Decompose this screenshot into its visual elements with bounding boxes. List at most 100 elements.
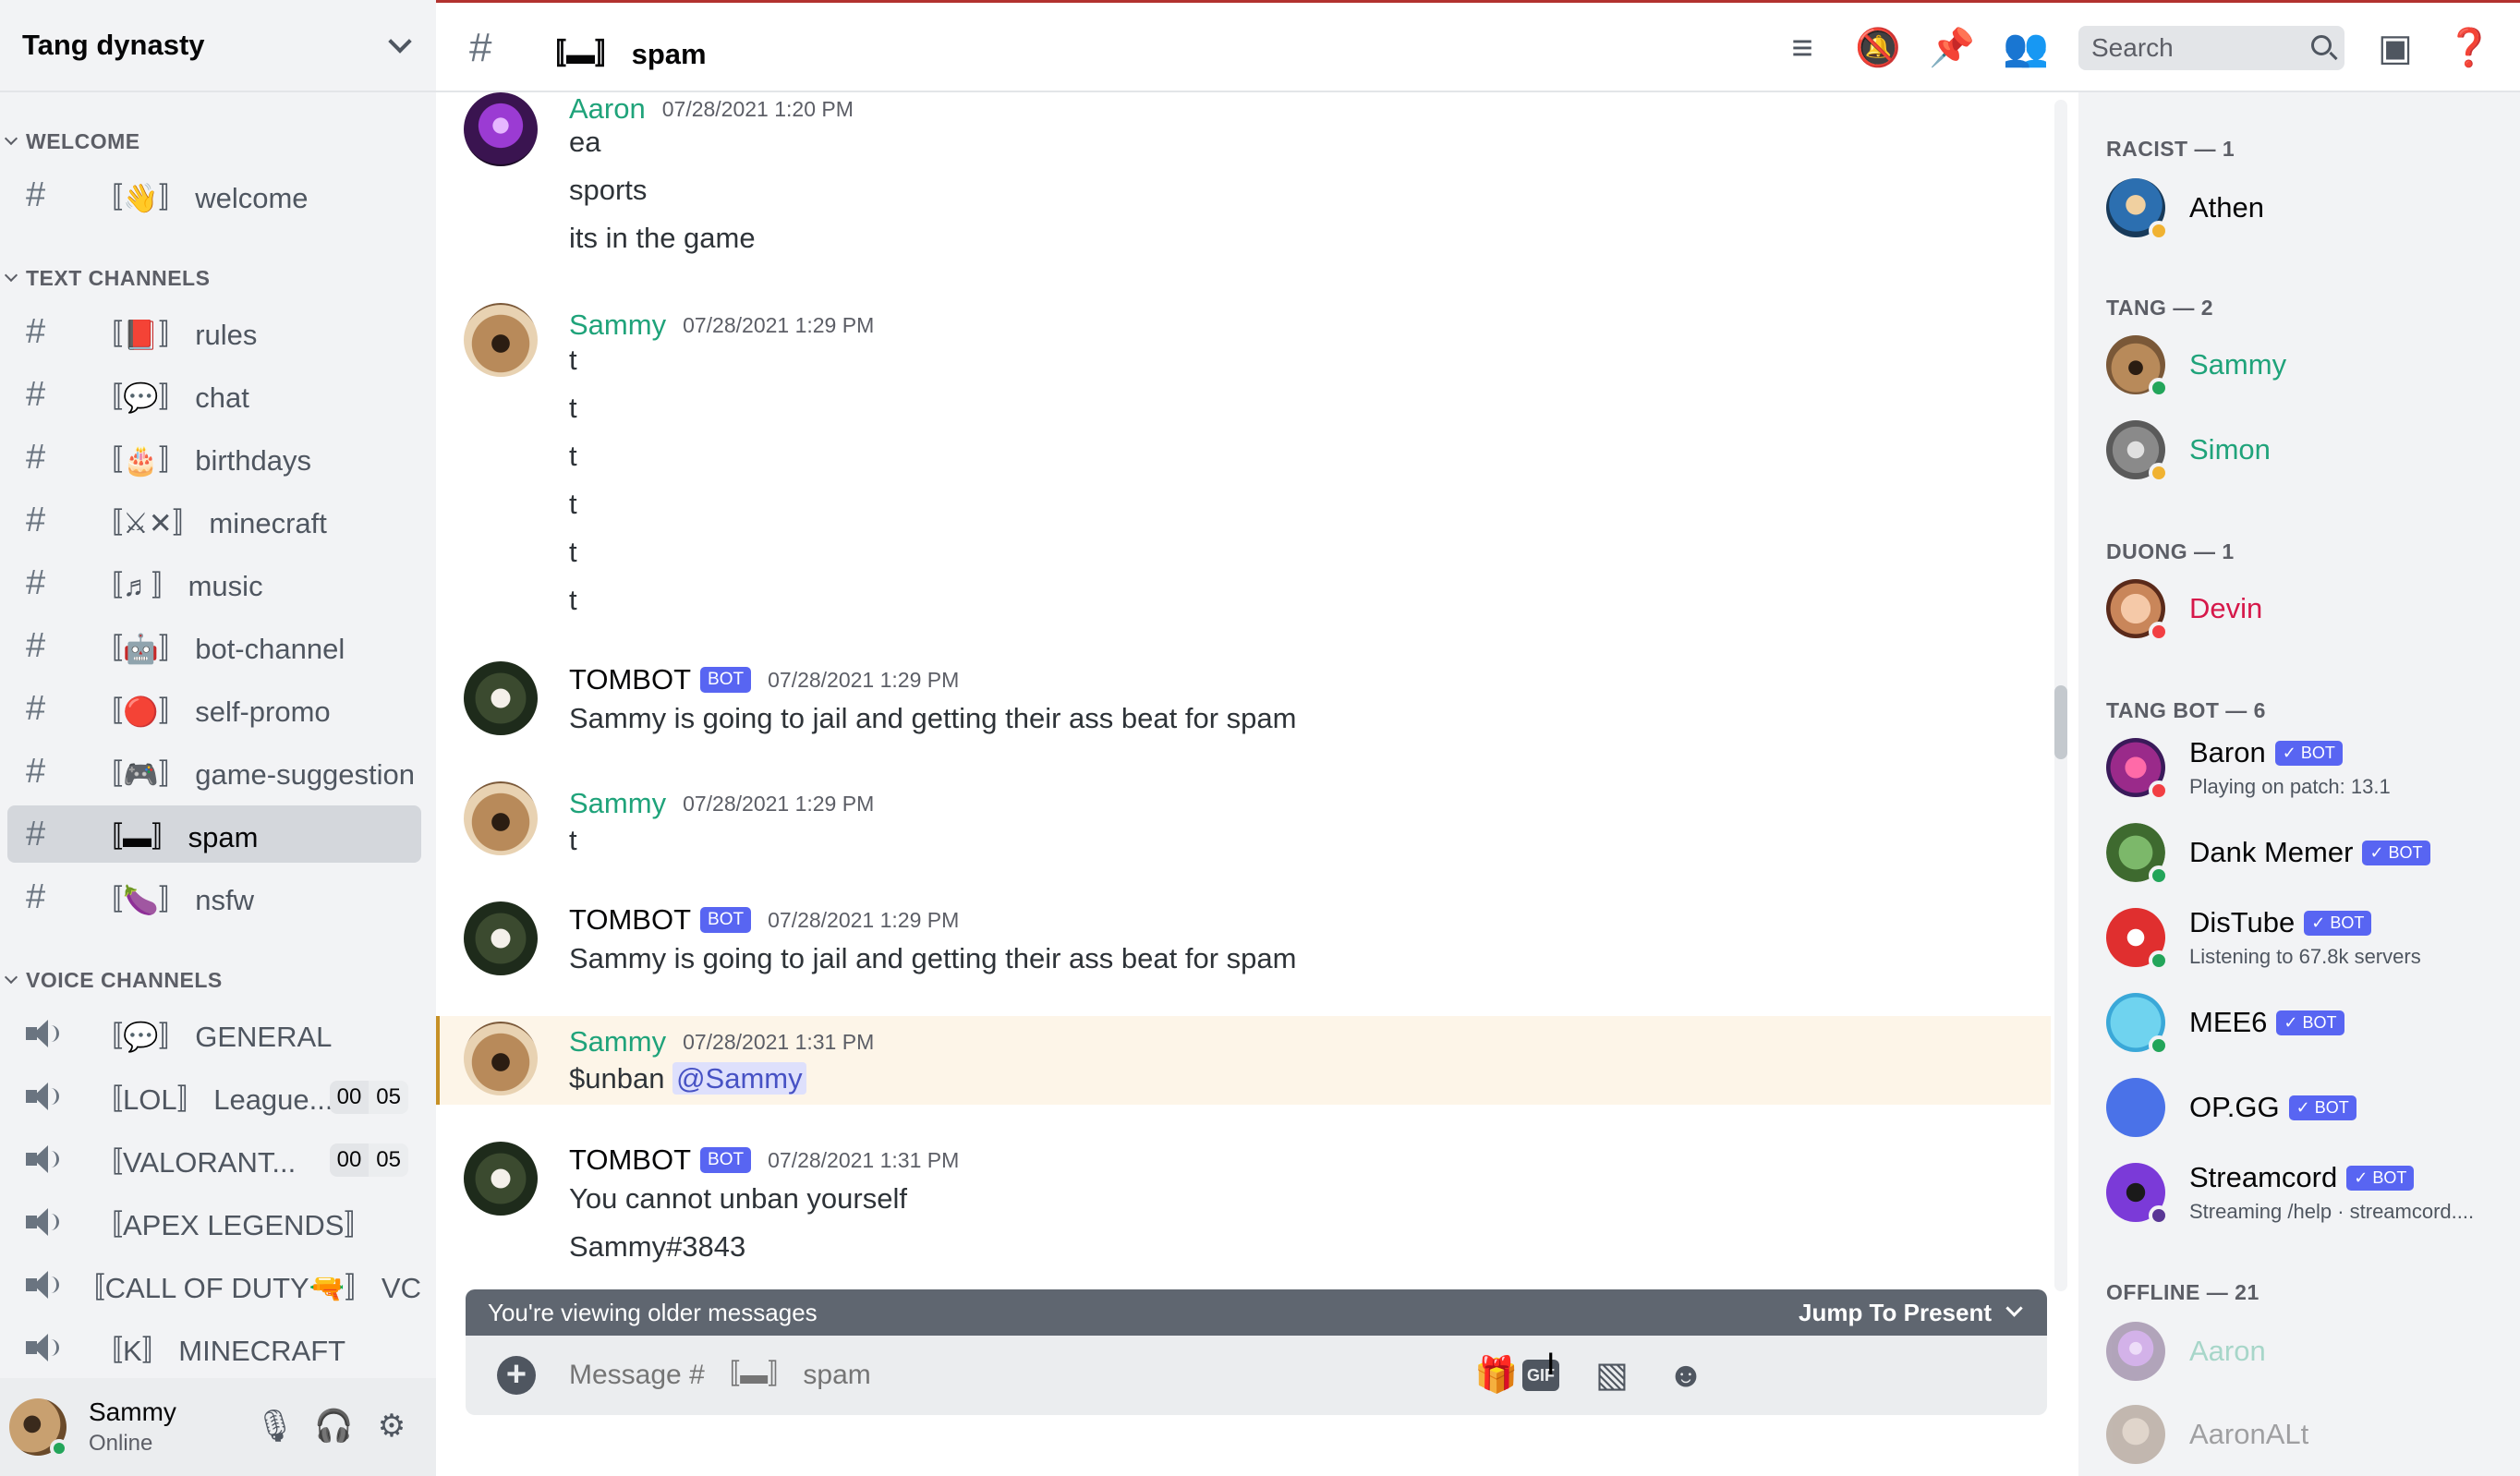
voice-channel-apex[interactable]: 〚APEX LEGENDS〛 [7, 1193, 421, 1251]
member-distube[interactable]: DisTube ✓ BOT Listening to 67.8k servers [2106, 905, 2421, 971]
member-aaron[interactable]: Aaron [2106, 1319, 2266, 1384]
message-text: t [569, 488, 577, 520]
author-name[interactable]: Sammy [569, 787, 666, 820]
channel-minecraft[interactable]: # 〚⚔✕〛 minecraft [7, 491, 421, 549]
member-name: Simon [2189, 433, 2271, 466]
text-channel-icon: # [26, 752, 46, 791]
search-input[interactable]: Search [2078, 26, 2344, 70]
avatar[interactable] [464, 1022, 538, 1095]
avatar [2106, 738, 2169, 801]
sticker-icon[interactable]: ▧ [1591, 1354, 1633, 1397]
channel-spam[interactable]: # 〚▬〛 spam [7, 805, 421, 863]
member-simon[interactable]: Simon [2106, 417, 2271, 483]
message-header: TOMBOT BOT 07/28/2021 1:29 PM [569, 663, 959, 696]
threads-icon[interactable]: ≡ [1781, 27, 1823, 69]
scrollbar-thumb[interactable] [2054, 685, 2067, 759]
channel-label: 〚APEX LEGENDS〛 [94, 1208, 373, 1241]
member-aaronalt[interactable]: AaronALt [2106, 1402, 2308, 1467]
voice-channel-valorant[interactable]: 〚VALORANT... 00 05 [7, 1131, 421, 1188]
member-name: DisTube [2189, 906, 2296, 938]
headphones-icon[interactable]: 🎧 [314, 1408, 353, 1445]
user-mention[interactable]: @Sammy [672, 1062, 806, 1095]
avatar[interactable] [464, 1142, 538, 1216]
channel-birthdays[interactable]: # 〚🎂〛 birthdays [7, 429, 421, 486]
voice-channel-minecraft[interactable]: 〚K〛 MINECRAFT [7, 1319, 421, 1376]
channel-nsfw[interactable]: # 〚🍆〛 nsfw [7, 868, 421, 926]
gift-icon[interactable]: 🎁 [1474, 1354, 1518, 1397]
voice-channel-cod[interactable]: 〚CALL OF DUTY🔫〛 VC [7, 1256, 421, 1313]
pin-icon[interactable]: 📌 [1929, 27, 1975, 69]
channel-game-suggestion[interactable]: # 〚🎮〛 game-suggestion [7, 743, 421, 800]
jump-to-present-button[interactable]: Jump To Present [1799, 1299, 2025, 1327]
bot-badge: BOT [700, 667, 752, 693]
chevron-down-icon[interactable] [386, 31, 414, 59]
plus-icon[interactable]: + [497, 1356, 536, 1395]
channel-rules[interactable]: # 〚📕〛 rules [7, 303, 421, 360]
user-panel: Sammy Online 🎙 🎧 ⚙ [0, 1378, 436, 1476]
message-text: Sammy#3843 [569, 1230, 746, 1263]
author-name[interactable]: TOMBOT [569, 663, 691, 696]
inbox-icon[interactable]: ▣ [2374, 27, 2417, 69]
speaker-icon [26, 1081, 63, 1112]
help-icon[interactable]: ❓ [2446, 27, 2492, 69]
gear-icon[interactable]: ⚙ [373, 1408, 410, 1445]
voice-channel-general[interactable]: 〚💬〛 GENERAL [7, 1005, 421, 1062]
bot-badge: ✓ BOT [2274, 740, 2343, 766]
member-mee6[interactable]: MEE6 ✓ BOT [2106, 990, 2344, 1056]
avatar [2106, 1163, 2169, 1226]
channel-header: # 〚▬〛 spam ≡ 🔕 📌 👥 Search ▣ ❓ [436, 0, 2520, 92]
member-devin[interactable]: Devin [2106, 576, 2262, 642]
server-name: Tang dynasty [22, 29, 205, 61]
user-info[interactable]: Sammy Online [89, 1397, 176, 1457]
author-name[interactable]: Sammy [569, 309, 666, 342]
channel-self-promo[interactable]: # 〚🔴〛 self-promo [7, 680, 421, 737]
channel-label: 〚🔴〛 self-promo [94, 695, 331, 728]
user-name: Sammy [89, 1397, 176, 1426]
channel-bot-channel[interactable]: # 〚🤖〛 bot-channel [7, 617, 421, 674]
member-baron[interactable]: Baron ✓ BOT Playing on patch: 13.1 [2106, 735, 2391, 801]
search-icon [2311, 35, 2332, 55]
channel-label: 〚💬〛 chat [94, 381, 249, 414]
avatar[interactable] [9, 1398, 68, 1458]
text-channel-icon: # [26, 375, 46, 414]
member-sammy[interactable]: Sammy [2106, 333, 2286, 398]
member-group-title: RACIST — 1 [2106, 137, 2235, 161]
member-streamcord[interactable]: Streamcord ✓ BOT Streaming /help · stream… [2106, 1160, 2474, 1226]
mic-icon[interactable]: 🎙 [255, 1408, 295, 1445]
category-welcome[interactable]: WELCOME [0, 129, 140, 154]
channel-welcome[interactable]: # 〚👋〛 welcome [7, 166, 421, 224]
avatar [2106, 335, 2169, 398]
speaker-icon [26, 1269, 59, 1301]
emoji-icon[interactable]: ☻ [1665, 1354, 1707, 1397]
category-text-channels[interactable]: TEXT CHANNELS [0, 266, 210, 291]
chevron-down-icon [4, 973, 20, 989]
member-opgg[interactable]: OP.GG ✓ BOT [2106, 1075, 2356, 1140]
avatar[interactable] [464, 303, 538, 377]
author-name[interactable]: TOMBOT [569, 1143, 691, 1177]
author-name[interactable]: Sammy [569, 1025, 666, 1059]
avatar[interactable] [464, 661, 538, 735]
channel-label: 〚K〛 MINECRAFT [94, 1334, 346, 1367]
message-header: TOMBOT BOT 07/28/2021 1:29 PM [569, 903, 959, 937]
member-athen[interactable]: Athen [2106, 175, 2264, 241]
avatar[interactable] [464, 92, 538, 166]
avatar[interactable] [464, 901, 538, 975]
author-name[interactable]: Aaron [569, 92, 646, 126]
channel-label: 〚🍆〛 nsfw [94, 883, 254, 916]
chevron-down-icon [4, 271, 20, 287]
member-dank-memer[interactable]: Dank Memer ✓ BOT [2106, 820, 2430, 886]
server-header[interactable]: Tang dynasty [0, 0, 436, 92]
message-text: $unban @Sammy [569, 1062, 806, 1095]
mute-bell-icon[interactable]: 🔕 [1855, 27, 1901, 69]
channel-chat[interactable]: # 〚💬〛 chat [7, 366, 421, 423]
category-voice-channels[interactable]: VOICE CHANNELS [0, 968, 223, 993]
online-status-dot [50, 1439, 68, 1458]
avatar[interactable] [464, 781, 538, 855]
channel-music[interactable]: # 〚♬〛 music [7, 554, 421, 611]
voice-channel-league[interactable]: 〚LOL〛 League... 00 05 [7, 1068, 421, 1125]
members-icon[interactable]: 👥 [2003, 27, 2049, 69]
author-name[interactable]: TOMBOT [569, 903, 691, 937]
timestamp: 07/28/2021 1:31 PM [768, 1147, 960, 1172]
text-channel-icon: # [26, 815, 46, 853]
user-limit-badge: 00 05 [329, 1143, 408, 1177]
